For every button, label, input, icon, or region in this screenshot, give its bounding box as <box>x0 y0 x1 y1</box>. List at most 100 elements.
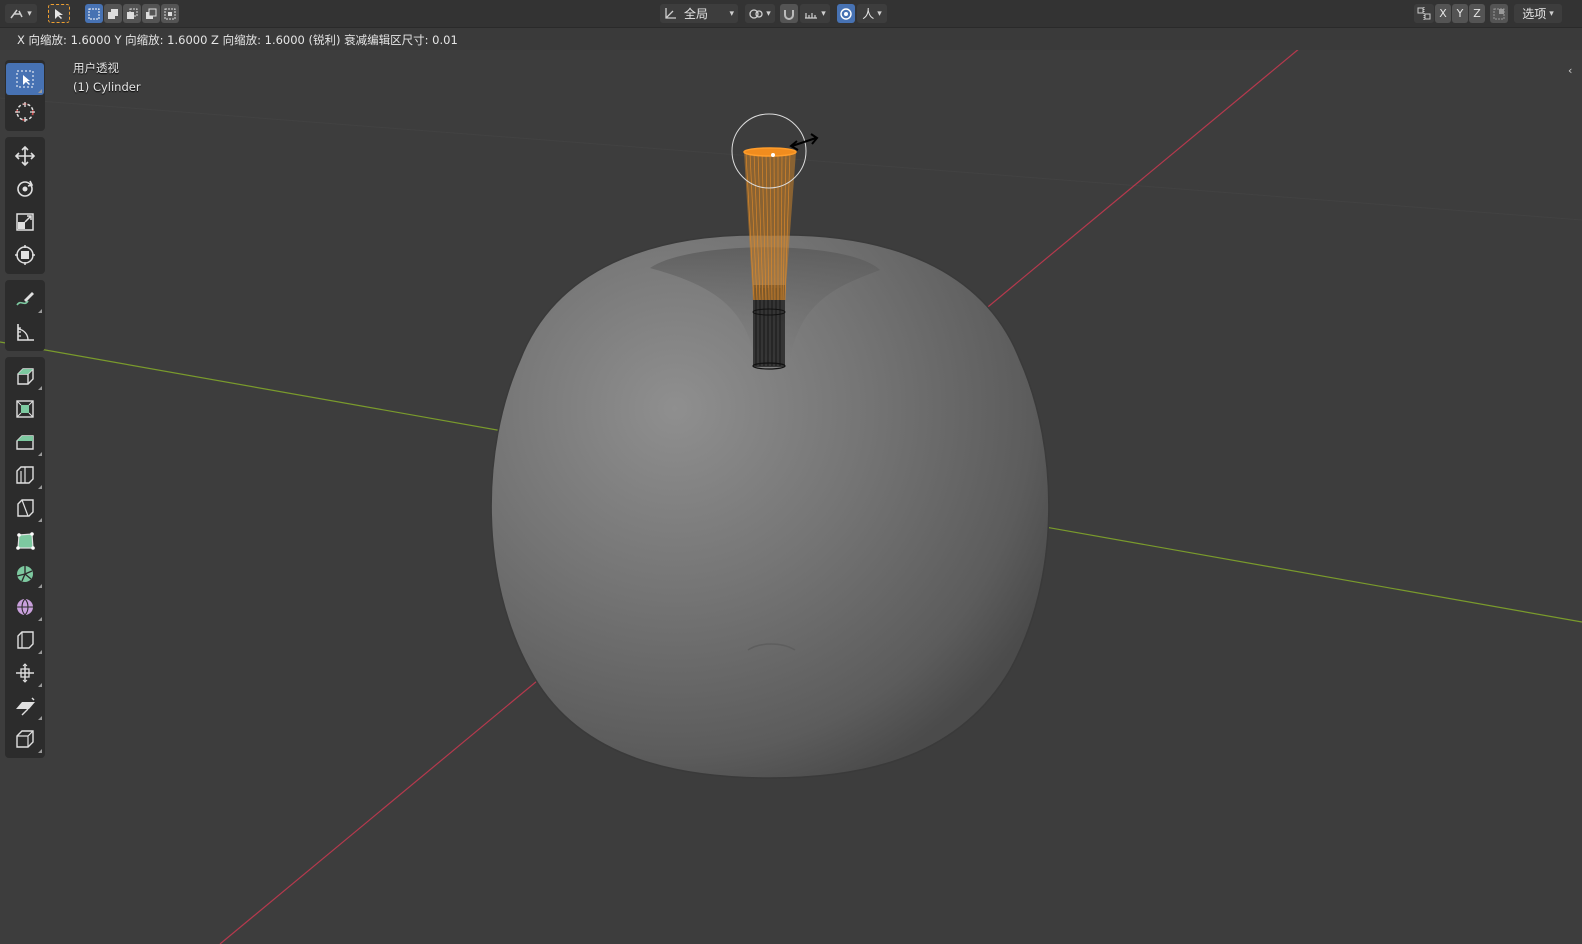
tool-group-select <box>5 60 45 131</box>
snap-target-dropdown[interactable]: ▾ <box>800 4 830 23</box>
tool-options-corner <box>38 89 42 93</box>
poly-build-tool[interactable] <box>6 525 44 557</box>
editor-type-icon <box>10 9 23 18</box>
move-icon <box>14 145 36 167</box>
scale-icon <box>16 213 34 231</box>
tool-shelf <box>5 60 45 764</box>
tool-options-corner <box>38 485 42 489</box>
chevron-down-icon: ▾ <box>27 8 32 19</box>
chevron-down-icon: ▾ <box>729 8 734 19</box>
editor-type-button[interactable]: ▾ <box>5 4 37 23</box>
proportional-falloff-label: 人 <box>862 7 875 21</box>
spin-icon <box>16 566 33 582</box>
3d-viewport[interactable] <box>0 0 1582 944</box>
cursor-tool[interactable] <box>6 96 44 128</box>
mirror-toggle[interactable] <box>1414 4 1434 23</box>
inset-faces-tool[interactable] <box>6 393 44 425</box>
knife-tool[interactable] <box>6 492 44 524</box>
edge-slide-tool[interactable] <box>6 624 44 656</box>
tool-options-corner <box>38 309 42 313</box>
snap-toggle[interactable] <box>780 4 798 23</box>
tool-options-corner <box>38 683 42 687</box>
annotate-tool[interactable] <box>6 283 44 315</box>
auto-merge-toggle[interactable] <box>1490 4 1508 23</box>
select-extend-button[interactable] <box>104 4 122 23</box>
select-subtract-icon <box>127 8 138 19</box>
cursor-arrow-icon <box>55 8 63 19</box>
select-intersect-button[interactable] <box>161 4 179 23</box>
extrude-region-tool[interactable] <box>6 360 44 392</box>
select-mode-button[interactable] <box>48 4 70 23</box>
tool-options-corner <box>38 452 42 456</box>
transform-icon <box>15 245 35 265</box>
chevron-down-icon: ▾ <box>877 8 882 19</box>
tool-options-corner <box>38 650 42 654</box>
tool-options-corner <box>38 386 42 390</box>
edge-slide-icon <box>17 631 34 649</box>
operator-status-text: X 向缩放: 1.6000 Y 向缩放: 1.6000 Z 向缩放: 1.600… <box>17 33 458 47</box>
tool-group-annotate <box>5 280 45 351</box>
bevel-tool[interactable] <box>6 426 44 458</box>
inset-icon <box>16 400 34 418</box>
measure-icon <box>17 324 34 341</box>
mirror-y-toggle[interactable]: Y <box>1452 4 1468 23</box>
select-new-button[interactable] <box>85 4 103 23</box>
select-box-tool[interactable] <box>6 63 44 95</box>
select-difference-icon <box>146 8 157 19</box>
measure-tool[interactable] <box>6 316 44 348</box>
mirror-icon <box>1417 7 1431 20</box>
rotate-icon <box>17 180 34 197</box>
viewport-scene[interactable] <box>0 0 1582 944</box>
select-box-icon <box>16 70 34 88</box>
spin-tool[interactable] <box>6 558 44 590</box>
proportional-falloff-dropdown[interactable]: 人 ▾ <box>857 4 887 23</box>
orientation-axes-icon <box>665 8 676 19</box>
select-intersect-icon <box>164 8 176 19</box>
annotate-icon <box>16 292 34 306</box>
options-label: 选项 <box>1522 7 1547 21</box>
options-dropdown[interactable]: 选项 ▾ <box>1514 4 1562 23</box>
bevel-icon <box>16 435 34 450</box>
tool-options-corner <box>38 584 42 588</box>
select-extend-icon <box>108 8 118 19</box>
snap-increment-icon <box>805 12 818 19</box>
mirror-x-toggle[interactable]: X <box>1435 4 1451 23</box>
transform-tool[interactable] <box>6 239 44 271</box>
transform-orientation-dropdown[interactable]: 全局 ▾ <box>660 4 738 23</box>
shear-tool[interactable] <box>6 690 44 722</box>
transform-orientation-label: 全局 <box>684 7 709 21</box>
loop-cut-tool[interactable] <box>6 459 44 491</box>
rip-region-tool[interactable] <box>6 723 44 755</box>
scale-cursor-icon <box>789 133 819 151</box>
mirror-z-toggle[interactable]: Z <box>1469 4 1485 23</box>
chevron-down-icon: ▾ <box>1549 8 1554 19</box>
chevron-down-icon: ▾ <box>821 8 826 19</box>
sidebar-expand-icon[interactable]: ‹ <box>1568 64 1582 82</box>
rotate-tool[interactable] <box>6 173 44 205</box>
proportional-edit-icon <box>840 7 852 20</box>
select-difference-button[interactable] <box>142 4 160 23</box>
shrink-fatten-tool[interactable] <box>6 657 44 689</box>
move-tool[interactable] <box>6 140 44 172</box>
smooth-icon <box>17 598 33 616</box>
tool-options-corner <box>38 518 42 522</box>
proportional-edit-toggle[interactable] <box>837 4 855 23</box>
select-subtract-button[interactable] <box>123 4 141 23</box>
tool-options-corner <box>38 716 42 720</box>
shear-icon <box>16 697 35 716</box>
loop-cut-icon <box>16 466 34 484</box>
scale-tool[interactable] <box>6 206 44 238</box>
cursor-icon <box>15 102 35 122</box>
extrude-icon <box>17 368 34 385</box>
shrink-fatten-icon <box>16 663 34 683</box>
pivot-point-icon <box>749 8 763 19</box>
smooth-tool[interactable] <box>6 591 44 623</box>
chevron-down-icon: ▾ <box>766 8 771 19</box>
pivot-point-dropdown[interactable]: ▾ <box>745 4 775 23</box>
tool-group-mesh <box>5 357 45 758</box>
poly-build-icon <box>16 532 35 550</box>
operator-status-bar: X 向缩放: 1.6000 Y 向缩放: 1.6000 Z 向缩放: 1.600… <box>0 28 1582 50</box>
viewport-header: ▾ 全局 ▾ ▾ ▾ 人 ▾ X Y Z 选项 ▾ <box>0 0 1582 28</box>
magnet-icon <box>784 9 794 20</box>
tool-options-corner <box>38 617 42 621</box>
